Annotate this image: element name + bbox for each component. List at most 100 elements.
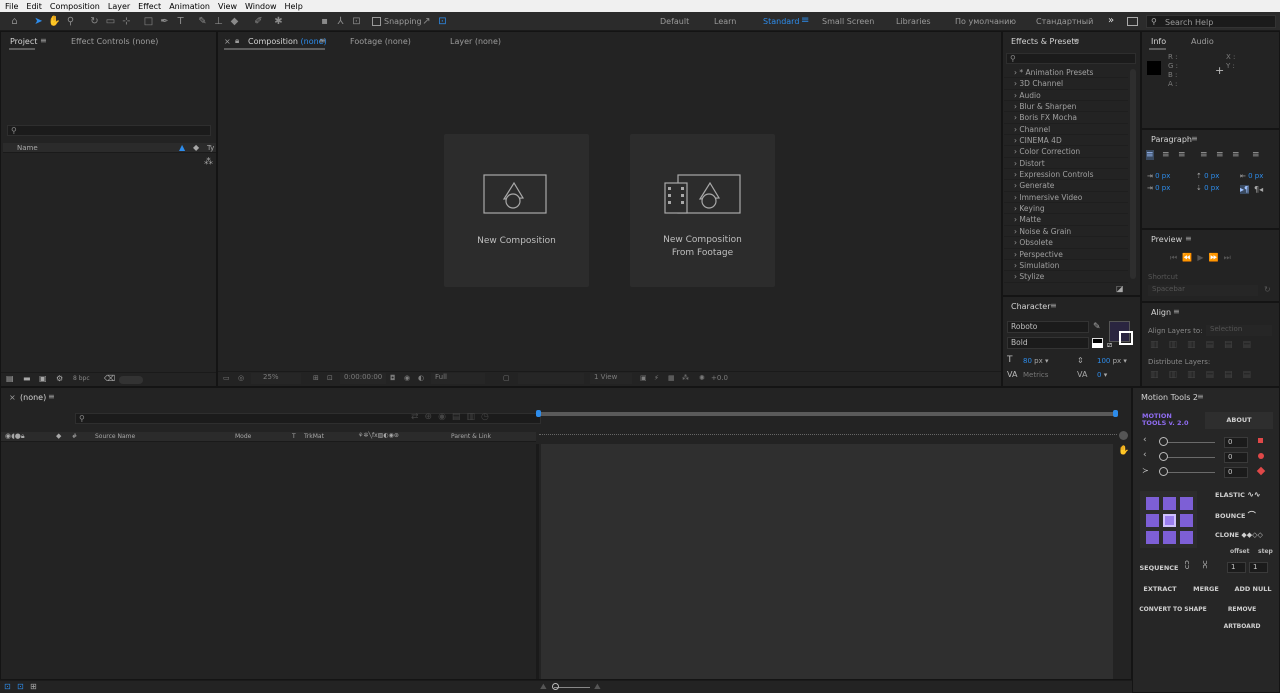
slider-value-3[interactable]: 0 [1224, 467, 1248, 478]
justify-all-icon[interactable]: ≡ [1252, 150, 1260, 160]
space-before[interactable]: ⇡ 0 px [1196, 172, 1219, 180]
new-composition-card[interactable]: New Composition [444, 134, 589, 287]
slider-value-2[interactable]: 0 [1224, 452, 1248, 463]
clone-stamp-tool-icon[interactable]: ⊥ [212, 15, 225, 28]
distribute-icons[interactable]: ▥▥▥▤▤▤ [1150, 370, 1261, 380]
panel-menu-icon[interactable]: ≡ [1197, 392, 1204, 401]
sequence-step-value[interactable]: 1 [1249, 562, 1268, 573]
panel-menu-icon[interactable]: ≡ [319, 36, 326, 45]
tab-info[interactable]: Info [1151, 37, 1166, 46]
interpret-footage-icon[interactable]: ▤ [6, 374, 14, 383]
effect-category[interactable]: › Perspective [1004, 249, 1128, 260]
anchor-bottom-center[interactable] [1163, 531, 1176, 544]
resolution-icon[interactable]: ⊞ [313, 374, 319, 382]
tab-layer[interactable]: Layer (none) [450, 37, 501, 46]
zoom-out-icon[interactable]: ⛰ [540, 682, 547, 692]
anchor-bottom-left[interactable] [1146, 531, 1159, 544]
effect-category[interactable]: › Generate [1004, 180, 1128, 192]
effect-category[interactable]: › Matte [1004, 214, 1128, 226]
new-comp-icon[interactable]: ▣ [39, 374, 47, 383]
anchor-top-left[interactable] [1146, 497, 1159, 510]
lock-icon[interactable]: 🔒︎ [235, 36, 239, 46]
workspace-standard[interactable]: Standard [763, 17, 799, 26]
menu-edit[interactable]: Edit [26, 2, 42, 11]
slider-knob-2[interactable] [1159, 452, 1168, 461]
no-fill-icon[interactable]: ⧄ [1107, 340, 1112, 350]
resolution-dropdown[interactable]: Full [431, 373, 485, 384]
axis-local-icon[interactable]: ▪ [318, 15, 331, 28]
bpc-indicator[interactable]: 8 bpc [73, 375, 99, 385]
white-swatch[interactable] [1092, 343, 1103, 348]
zoom-dropdown[interactable]: 25% [251, 373, 301, 384]
channel-icon[interactable]: ◐ [418, 374, 424, 382]
av-switches-icons[interactable]: ◉◖●🔒︎ [5, 432, 25, 441]
align-icons[interactable]: ▥▥▥▤▤▤ [1150, 340, 1261, 350]
workspace-standard-ru[interactable]: Стандартный [1036, 17, 1093, 26]
motion-tools-title[interactable]: Motion Tools 2 [1141, 393, 1198, 402]
grid-icon[interactable]: ⊡ [327, 374, 333, 382]
paragraph-title[interactable]: Paragraph [1151, 135, 1192, 144]
camera-tool-icon[interactable]: ▭ [104, 15, 117, 28]
effect-category[interactable]: › Distort [1004, 158, 1128, 170]
rtl-direction-icon[interactable]: ¶◂ [1254, 185, 1263, 194]
flowchart-icon[interactable]: ⁂ [204, 157, 213, 167]
effect-category[interactable]: › Blur & Sharpen [1004, 101, 1128, 113]
workspace-libraries[interactable]: Libraries [896, 17, 931, 26]
last-frame-icon[interactable]: ⏭ [1224, 253, 1231, 262]
effect-category[interactable]: › Boris FX Mocha [1004, 112, 1128, 124]
snapping-checkbox[interactable] [372, 17, 381, 26]
anchor-center[interactable] [1163, 514, 1176, 527]
rotate-tool-icon[interactable]: ↻ [88, 15, 101, 28]
eyedropper-icon[interactable]: ✎ [1093, 322, 1101, 332]
roto-brush-tool-icon[interactable]: ✐ [252, 15, 265, 28]
sort-arrow-icon[interactable]: ▲ [179, 143, 185, 152]
layer-switches-icons[interactable]: ⚘✲╲fx▧◐◉⊛ [358, 432, 399, 439]
loop-icon[interactable]: ↻ [1264, 285, 1271, 294]
slider-track-3[interactable] [1161, 472, 1215, 473]
panel-menu-icon[interactable]: ≡ [48, 392, 55, 401]
sequence-button[interactable]: SEQUENCE [1139, 560, 1179, 577]
show-snapshot-icon[interactable]: ◉ [404, 374, 410, 382]
hand-tool-icon[interactable]: ✋ [48, 15, 61, 28]
space-after[interactable]: ⇣ 0 px [1196, 184, 1219, 192]
col-name[interactable]: Name [17, 144, 38, 152]
panel-menu-icon[interactable]: ≡ [40, 36, 47, 45]
col-mode[interactable]: Mode [235, 433, 251, 440]
panel-menu-icon[interactable]: ≡ [1073, 36, 1080, 45]
timecode-display[interactable]: 0:00:00:00 [340, 373, 386, 384]
home-icon[interactable]: ⌂ [8, 15, 21, 28]
anchor-middle-left[interactable] [1146, 514, 1159, 527]
kerning-value[interactable]: Metrics [1023, 371, 1048, 379]
slider-knob-3[interactable] [1159, 467, 1168, 476]
indent-right[interactable]: ⇤ 0 px [1240, 172, 1263, 180]
type-tool-icon[interactable]: T [174, 15, 187, 28]
sequence-stair-icon[interactable]: ⩇ [1185, 561, 1189, 571]
character-title[interactable]: Character [1011, 302, 1051, 311]
layer-switches-toggle-icon[interactable]: ⊡ [4, 682, 11, 691]
effect-category[interactable]: › 3D Channel [1004, 78, 1128, 90]
menu-window[interactable]: Window [245, 2, 277, 11]
slider-reset-2[interactable] [1258, 453, 1264, 459]
new-comp-from-footage-card[interactable]: New Composition From Footage [630, 134, 775, 287]
sequence-offset-value[interactable]: 1 [1227, 562, 1246, 573]
slider-track-2[interactable] [1161, 457, 1215, 458]
stroke-color-swatch[interactable] [1119, 331, 1133, 345]
col-type[interactable]: Ty [207, 144, 214, 152]
axis-world-icon[interactable]: ⅄ [334, 15, 347, 28]
effect-category[interactable]: › Keying [1004, 203, 1128, 215]
workspace-window-icon[interactable] [1127, 17, 1138, 26]
font-family-dropdown[interactable]: Roboto [1007, 321, 1089, 333]
camera-dropdown[interactable] [518, 373, 584, 384]
exposure-value[interactable]: +0.0 [711, 374, 728, 382]
menu-layer[interactable]: Layer [108, 2, 130, 11]
effect-category[interactable]: › Expression Controls [1004, 169, 1128, 181]
new-folder-icon[interactable]: ▬ [23, 374, 31, 383]
align-to-dropdown[interactable]: Selection [1206, 325, 1272, 336]
trash-icon[interactable]: ⌫ [104, 374, 115, 383]
anchor-bottom-right[interactable] [1180, 531, 1193, 544]
comp-button-icon[interactable] [1119, 431, 1128, 440]
justify-left-icon[interactable]: ≡ [1200, 150, 1208, 160]
slider-reset-1[interactable] [1258, 438, 1263, 443]
panel-menu-icon[interactable]: ≡ [1191, 134, 1198, 143]
timeline-zoom-knob[interactable] [552, 683, 559, 690]
